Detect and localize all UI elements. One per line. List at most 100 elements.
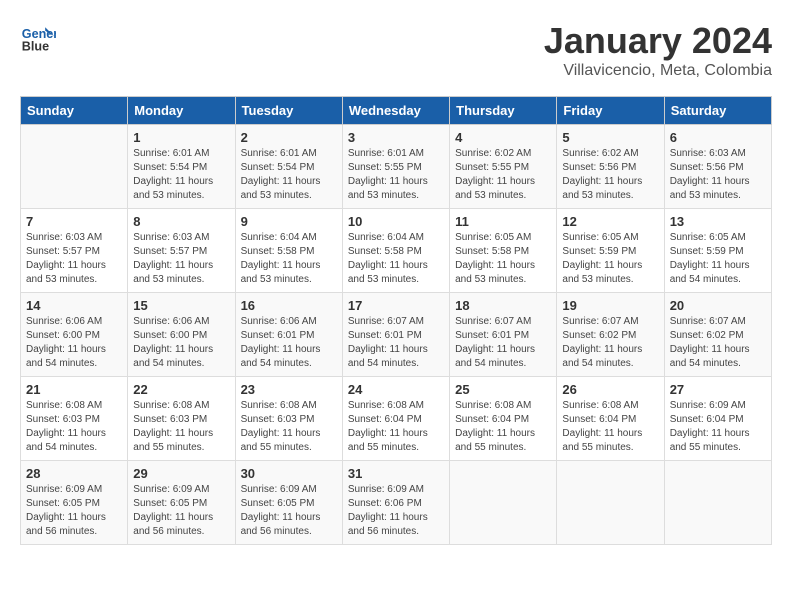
calendar-week-row: 21 Sunrise: 6:08 AMSunset: 6:03 PMDayligh…: [21, 377, 772, 461]
day-info: Sunrise: 6:08 AMSunset: 6:03 PMDaylight:…: [241, 399, 337, 455]
calendar-cell: 24Sunrise: 6:08 AMSunset: 6:04 PMDayligh…: [342, 377, 449, 461]
column-header-sunday: Sunday: [21, 97, 128, 125]
day-info: Sunrise: 6:01 AMSunset: 5:55 PMDaylight:…: [348, 147, 444, 203]
day-number: 18: [455, 298, 551, 313]
day-number: 12: [562, 214, 658, 229]
calendar-cell: [21, 125, 128, 209]
calendar-cell: 2Sunrise: 6:01 AMSunset: 5:54 PMDaylight…: [235, 125, 342, 209]
day-number: 29: [133, 466, 229, 481]
day-info: Sunrise: 6:07 AMSunset: 6:01 PMDaylight:…: [348, 315, 444, 371]
day-info: Sunrise: 6:02 AMSunset: 5:56 PMDaylight:…: [562, 147, 658, 203]
day-info: Sunrise: 6:09 AMSunset: 6:06 PMDaylight:…: [348, 483, 444, 539]
day-number: 7: [26, 214, 122, 229]
day-info: Sunrise: 6:06 AMSunset: 6:01 PMDaylight:…: [241, 315, 337, 371]
calendar-cell: 10Sunrise: 6:04 AMSunset: 5:58 PMDayligh…: [342, 209, 449, 293]
day-number: 14: [26, 298, 122, 313]
column-header-wednesday: Wednesday: [342, 97, 449, 125]
day-info: Sunrise: 6:08 AMSunset: 6:04 PMDaylight:…: [455, 399, 551, 455]
calendar-cell: 27Sunrise: 6:09 AMSunset: 6:04 PMDayligh…: [664, 377, 771, 461]
day-number: 11: [455, 214, 551, 229]
day-number: 30: [241, 466, 337, 481]
day-info: Sunrise: 6:09 AMSunset: 6:05 PMDaylight:…: [26, 483, 122, 539]
calendar-cell: 11 Sunrise: 6:05 AMSunset: 5:58 PMDayligh…: [450, 209, 557, 293]
calendar-cell: 20Sunrise: 6:07 AMSunset: 6:02 PMDayligh…: [664, 293, 771, 377]
day-info: Sunrise: 6:03 AMSunset: 5:57 PMDaylight:…: [26, 231, 122, 287]
calendar-cell: 25 Sunrise: 6:08 AMSunset: 6:04 PMDayligh…: [450, 377, 557, 461]
column-header-saturday: Saturday: [664, 97, 771, 125]
day-info: Sunrise: 6:03 AMSunset: 5:56 PMDaylight:…: [670, 147, 766, 203]
calendar-week-row: 28 Sunrise: 6:09 AMSunset: 6:05 PMDayligh…: [21, 461, 772, 545]
page-header: General Blue January 2024 Villavicencio,…: [20, 20, 772, 80]
day-number: 26: [562, 382, 658, 397]
calendar-cell: 23 Sunrise: 6:08 AMSunset: 6:03 PMDayligh…: [235, 377, 342, 461]
calendar-week-row: 14 Sunrise: 6:06 AMSunset: 6:00 PMDayligh…: [21, 293, 772, 377]
day-number: 23: [241, 382, 337, 397]
day-info: Sunrise: 6:04 AMSunset: 5:58 PMDaylight:…: [348, 231, 444, 287]
day-info: Sunrise: 6:05 AMSunset: 5:59 PMDaylight:…: [562, 231, 658, 287]
day-info: Sunrise: 6:01 AMSunset: 5:54 PMDaylight:…: [133, 147, 229, 203]
month-title: January 2024: [544, 20, 772, 62]
day-number: 3: [348, 130, 444, 145]
day-info: Sunrise: 6:06 AMSunset: 6:00 PMDaylight:…: [133, 315, 229, 371]
day-number: 6: [670, 130, 766, 145]
day-info: Sunrise: 6:05 AMSunset: 5:59 PMDaylight:…: [670, 231, 766, 287]
svg-text:Blue: Blue: [22, 40, 49, 54]
calendar-cell: [557, 461, 664, 545]
calendar-cell: 8 Sunrise: 6:03 AMSunset: 5:57 PMDaylight…: [128, 209, 235, 293]
day-number: 27: [670, 382, 766, 397]
calendar-week-row: 7 Sunrise: 6:03 AMSunset: 5:57 PMDaylight…: [21, 209, 772, 293]
day-number: 5: [562, 130, 658, 145]
day-info: Sunrise: 6:07 AMSunset: 6:01 PMDaylight:…: [455, 315, 551, 371]
day-info: Sunrise: 6:08 AMSunset: 6:03 PMDaylight:…: [26, 399, 122, 455]
day-info: Sunrise: 6:08 AMSunset: 6:03 PMDaylight:…: [133, 399, 229, 455]
calendar-cell: 3 Sunrise: 6:01 AMSunset: 5:55 PMDaylight…: [342, 125, 449, 209]
column-header-thursday: Thursday: [450, 97, 557, 125]
day-number: 1: [133, 130, 229, 145]
day-info: Sunrise: 6:04 AMSunset: 5:58 PMDaylight:…: [241, 231, 337, 287]
calendar-cell: 4Sunrise: 6:02 AMSunset: 5:55 PMDaylight…: [450, 125, 557, 209]
calendar-week-row: 1 Sunrise: 6:01 AMSunset: 5:54 PMDaylight…: [21, 125, 772, 209]
logo-icon: General Blue: [20, 20, 56, 56]
calendar-header-row: SundayMondayTuesdayWednesdayThursdayFrid…: [21, 97, 772, 125]
calendar-cell: 15 Sunrise: 6:06 AMSunset: 6:00 PMDayligh…: [128, 293, 235, 377]
calendar-cell: 12 Sunrise: 6:05 AMSunset: 5:59 PMDayligh…: [557, 209, 664, 293]
day-number: 28: [26, 466, 122, 481]
calendar-cell: 17 Sunrise: 6:07 AMSunset: 6:01 PMDayligh…: [342, 293, 449, 377]
day-number: 9: [241, 214, 337, 229]
location-subtitle: Villavicencio, Meta, Colombia: [544, 62, 772, 80]
column-header-friday: Friday: [557, 97, 664, 125]
day-info: Sunrise: 6:01 AMSunset: 5:54 PMDaylight:…: [241, 147, 337, 203]
calendar-cell: 22 Sunrise: 6:08 AMSunset: 6:03 PMDayligh…: [128, 377, 235, 461]
day-info: Sunrise: 6:08 AMSunset: 6:04 PMDaylight:…: [348, 399, 444, 455]
day-number: 22: [133, 382, 229, 397]
day-info: Sunrise: 6:08 AMSunset: 6:04 PMDaylight:…: [562, 399, 658, 455]
day-number: 15: [133, 298, 229, 313]
day-number: 31: [348, 466, 444, 481]
day-number: 25: [455, 382, 551, 397]
calendar-cell: 16Sunrise: 6:06 AMSunset: 6:01 PMDayligh…: [235, 293, 342, 377]
logo: General Blue: [20, 20, 56, 56]
day-number: 13: [670, 214, 766, 229]
day-number: 8: [133, 214, 229, 229]
day-info: Sunrise: 6:07 AMSunset: 6:02 PMDaylight:…: [670, 315, 766, 371]
calendar-cell: 1 Sunrise: 6:01 AMSunset: 5:54 PMDaylight…: [128, 125, 235, 209]
calendar-cell: 30 Sunrise: 6:09 AMSunset: 6:05 PMDayligh…: [235, 461, 342, 545]
day-info: Sunrise: 6:09 AMSunset: 6:05 PMDaylight:…: [133, 483, 229, 539]
column-header-monday: Monday: [128, 97, 235, 125]
day-info: Sunrise: 6:06 AMSunset: 6:00 PMDaylight:…: [26, 315, 122, 371]
day-info: Sunrise: 6:09 AMSunset: 6:05 PMDaylight:…: [241, 483, 337, 539]
day-info: Sunrise: 6:03 AMSunset: 5:57 PMDaylight:…: [133, 231, 229, 287]
calendar-cell: 31 Sunrise: 6:09 AMSunset: 6:06 PMDayligh…: [342, 461, 449, 545]
calendar-cell: 9 Sunrise: 6:04 AMSunset: 5:58 PMDaylight…: [235, 209, 342, 293]
day-number: 21: [26, 382, 122, 397]
calendar-cell: 19 Sunrise: 6:07 AMSunset: 6:02 PMDayligh…: [557, 293, 664, 377]
day-info: Sunrise: 6:05 AMSunset: 5:58 PMDaylight:…: [455, 231, 551, 287]
calendar-cell: 26 Sunrise: 6:08 AMSunset: 6:04 PMDayligh…: [557, 377, 664, 461]
day-info: Sunrise: 6:07 AMSunset: 6:02 PMDaylight:…: [562, 315, 658, 371]
day-number: 19: [562, 298, 658, 313]
calendar-cell: [664, 461, 771, 545]
calendar-cell: 18 Sunrise: 6:07 AMSunset: 6:01 PMDayligh…: [450, 293, 557, 377]
day-number: 17: [348, 298, 444, 313]
calendar-cell: 7 Sunrise: 6:03 AMSunset: 5:57 PMDaylight…: [21, 209, 128, 293]
calendar-cell: 14 Sunrise: 6:06 AMSunset: 6:00 PMDayligh…: [21, 293, 128, 377]
